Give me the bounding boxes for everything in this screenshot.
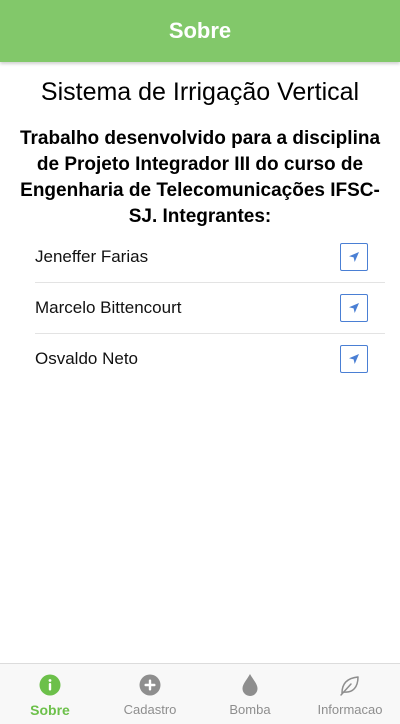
water-drop-icon <box>238 673 262 697</box>
member-list: Jeneffer Farias Marcelo Bittencourt Osva… <box>35 232 385 384</box>
navigate-icon <box>349 252 359 262</box>
leaf-icon <box>338 673 362 697</box>
navigate-button[interactable] <box>340 294 368 322</box>
member-name: Marcelo Bittencourt <box>35 298 182 317</box>
list-item: Jeneffer Farias <box>35 232 385 283</box>
navigate-icon <box>349 354 359 364</box>
list-item: Marcelo Bittencourt <box>35 283 385 334</box>
main-title: Sistema de Irrigação Vertical <box>40 78 360 106</box>
tab-bar: Sobre Cadastro Bomba Informacao <box>0 663 400 724</box>
member-name: Osvaldo Neto <box>35 349 138 368</box>
page-title: Sobre <box>168 18 232 43</box>
tab-bomba[interactable]: Bomba <box>200 664 300 724</box>
navigate-button[interactable] <box>340 243 368 271</box>
tab-cadastro[interactable]: Cadastro <box>100 664 200 724</box>
member-name: Jeneffer Farias <box>35 247 149 266</box>
tab-label: Sobre <box>30 702 70 718</box>
navigate-icon <box>349 303 359 313</box>
add-circle-icon <box>138 673 162 697</box>
list-item: Osvaldo Neto <box>35 334 385 384</box>
navigate-button[interactable] <box>340 345 368 373</box>
tab-label: Bomba <box>229 702 271 717</box>
tab-label: Informacao <box>317 702 383 717</box>
tab-label: Cadastro <box>123 702 177 717</box>
tab-sobre[interactable]: Sobre <box>0 664 100 724</box>
description-text: Trabalho desenvolvido para a disciplina … <box>19 128 381 227</box>
app-header: Sobre <box>0 0 400 62</box>
info-icon <box>38 673 62 697</box>
tab-informacao[interactable]: Informacao <box>300 664 400 724</box>
